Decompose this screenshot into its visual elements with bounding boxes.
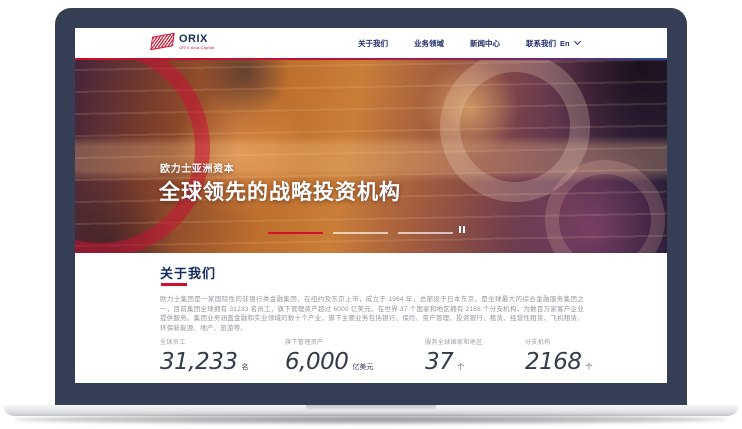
- about-section: 关于我们 欧力士集团是一家国际性的非银行类金融集团，在纽约及东京上市，成立于 1…: [75, 253, 667, 383]
- main-nav: 关于我们 业务领域 新闻中心 联系我们: [358, 28, 556, 58]
- nav-item-contact[interactable]: 联系我们: [526, 38, 556, 49]
- stat-branches: 分支机构 2168 个: [525, 337, 593, 374]
- stat-label: 分支机构: [525, 337, 593, 346]
- about-section-title: 关于我们: [160, 263, 216, 282]
- stat-label: 旗下管理资产: [285, 337, 373, 346]
- stat-value: 31,233: [160, 350, 237, 374]
- pause-icon: [463, 226, 465, 233]
- nav-item-about[interactable]: 关于我们: [358, 38, 388, 49]
- hero-title: 全球领先的战略投资机构: [159, 176, 401, 206]
- carousel-indicator-2[interactable]: [333, 232, 388, 234]
- stat-global-employees: 全球员工 31,233 名: [160, 337, 248, 374]
- language-selector[interactable]: En: [560, 28, 580, 58]
- language-label: En: [560, 39, 570, 48]
- laptop-shadow: [14, 415, 728, 424]
- logo-texts: ORIX ORIX Asia Capital: [179, 33, 214, 50]
- carousel-indicator-3[interactable]: [398, 232, 453, 234]
- stat-unit: 个: [586, 362, 593, 372]
- section-title-underline: [161, 283, 187, 286]
- stat-unit: 名: [241, 362, 248, 372]
- chevron-down-icon: [574, 38, 581, 45]
- stat-value: 2168: [525, 350, 582, 374]
- hero-subtitle: 欧力士亚洲资本: [160, 160, 234, 175]
- laptop-screen: ORIX ORIX Asia Capital 关于我们 业务领域 新闻中心 联系…: [75, 28, 667, 383]
- stat-unit: 个: [457, 362, 464, 372]
- hero-red-ring-decoration: [75, 60, 210, 253]
- stat-countries-served: 服务全球国家和地区 37 个: [425, 337, 483, 374]
- stat-value: 6,000: [285, 350, 348, 374]
- laptop-base-notch: [306, 405, 436, 411]
- orix-logo[interactable]: ORIX ORIX Asia Capital: [151, 33, 214, 50]
- pause-icon: [459, 226, 461, 233]
- stat-value: 37: [425, 350, 453, 374]
- brand-tagline: ORIX Asia Capital: [179, 45, 214, 50]
- stat-label: 服务全球国家和地区: [425, 337, 483, 346]
- page: ORIX ORIX Asia Capital 关于我们 业务领域 新闻中心 联系…: [0, 0, 742, 429]
- stat-assets-under-management: 旗下管理资产 6,000 亿美元: [285, 337, 373, 374]
- carousel-indicator-active[interactable]: [268, 232, 323, 234]
- carousel-pause-button[interactable]: [456, 224, 468, 235]
- brand-name: ORIX: [179, 33, 214, 45]
- hero-banner: 欧力士亚洲资本 全球领先的战略投资机构: [75, 60, 667, 253]
- stat-label: 全球员工: [160, 337, 248, 346]
- nav-item-news[interactable]: 新闻中心: [470, 38, 500, 49]
- site-header: ORIX ORIX Asia Capital 关于我们 业务领域 新闻中心 联系…: [75, 28, 667, 58]
- stat-unit: 亿美元: [352, 362, 373, 372]
- nav-item-business[interactable]: 业务领域: [414, 38, 444, 49]
- orix-logo-mark-icon: [150, 33, 175, 51]
- about-paragraph: 欧力士集团是一家国际性的非银行类金融集团，在纽约及东京上市，成立于 1964 年…: [160, 295, 584, 334]
